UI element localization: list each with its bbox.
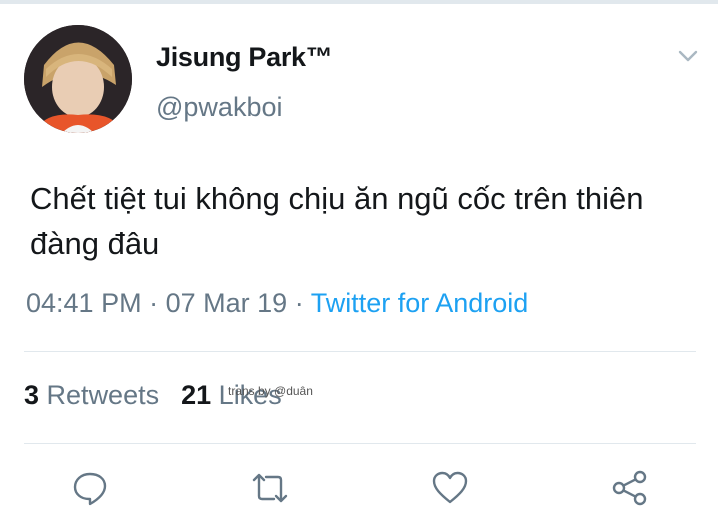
avatar[interactable]: [24, 25, 132, 133]
separator: ·: [294, 288, 304, 318]
tweet-text: Chết tiệt tui không chịu ăn ngũ cốc trên…: [30, 181, 644, 261]
user-handle[interactable]: @pwakboi: [156, 92, 282, 123]
likes-count: 21: [181, 380, 212, 410]
reply-button[interactable]: [68, 466, 112, 510]
top-divider: [0, 0, 718, 4]
retweets-label: Retweets: [46, 380, 160, 410]
retweet-icon: [252, 473, 288, 503]
tweet-time: 04:41 PM: [26, 288, 142, 318]
tweet-meta: 04:41 PM · 07 Mar 19 · Twitter for Andro…: [26, 288, 528, 319]
divider: [24, 443, 696, 444]
heart-icon: [432, 471, 468, 504]
divider: [24, 351, 696, 352]
tweet-source-link[interactable]: Twitter for Android: [311, 288, 529, 318]
retweet-button[interactable]: [248, 466, 292, 510]
retweets-count: 3: [24, 380, 40, 410]
display-name[interactable]: Jisung Park™: [156, 42, 333, 73]
separator: ·: [149, 288, 159, 318]
tweet-date: 07 Mar 19: [165, 288, 288, 318]
watermark: trans by @duân: [228, 384, 313, 398]
chevron-down-icon[interactable]: [676, 44, 700, 68]
share-icon: [612, 470, 647, 506]
reply-icon: [73, 472, 107, 506]
share-button[interactable]: [608, 466, 652, 510]
retweets-stat[interactable]: 3 Retweets: [24, 380, 159, 410]
like-button[interactable]: [428, 466, 472, 510]
